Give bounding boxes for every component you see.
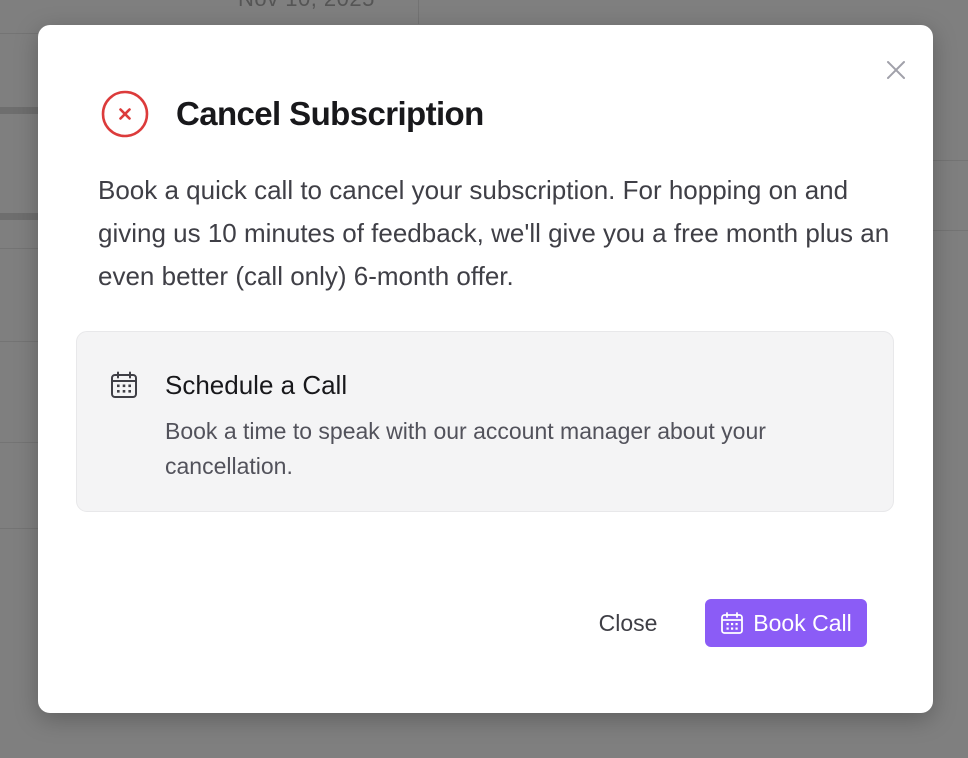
background-row-divider (0, 528, 38, 529)
background-row-divider (0, 442, 38, 443)
calendar-icon (721, 612, 744, 634)
cancel-subscription-dialog: Cancel Subscription Book a quick call to… (38, 25, 933, 713)
book-call-label: Book Call (753, 609, 852, 636)
background-row-divider (933, 230, 968, 231)
background-divider (418, 0, 419, 24)
option-description: Book a time to speak with our account ma… (165, 418, 766, 479)
book-call-button[interactable]: Book Call (705, 599, 867, 647)
close-icon[interactable] (884, 58, 908, 82)
background-row-divider (933, 160, 968, 161)
background-row-divider (0, 341, 38, 342)
calendar-icon (111, 371, 137, 398)
background-row-divider (0, 213, 38, 220)
background-row-divider (0, 107, 38, 114)
background-date: Nov 10, 2025 (238, 0, 375, 12)
dialog-description: Book a quick call to cancel your subscri… (98, 175, 890, 291)
option-title: Schedule a Call (165, 370, 348, 400)
schedule-call-option[interactable]: Schedule a Call Book a time to speak wit… (76, 331, 894, 512)
background-row-divider (0, 248, 38, 249)
close-button[interactable]: Close (586, 600, 670, 646)
x-circle-icon (101, 90, 149, 138)
dialog-header: Cancel Subscription (100, 89, 484, 139)
dialog-title: Cancel Subscription (176, 95, 484, 132)
background-row-divider (0, 33, 38, 34)
